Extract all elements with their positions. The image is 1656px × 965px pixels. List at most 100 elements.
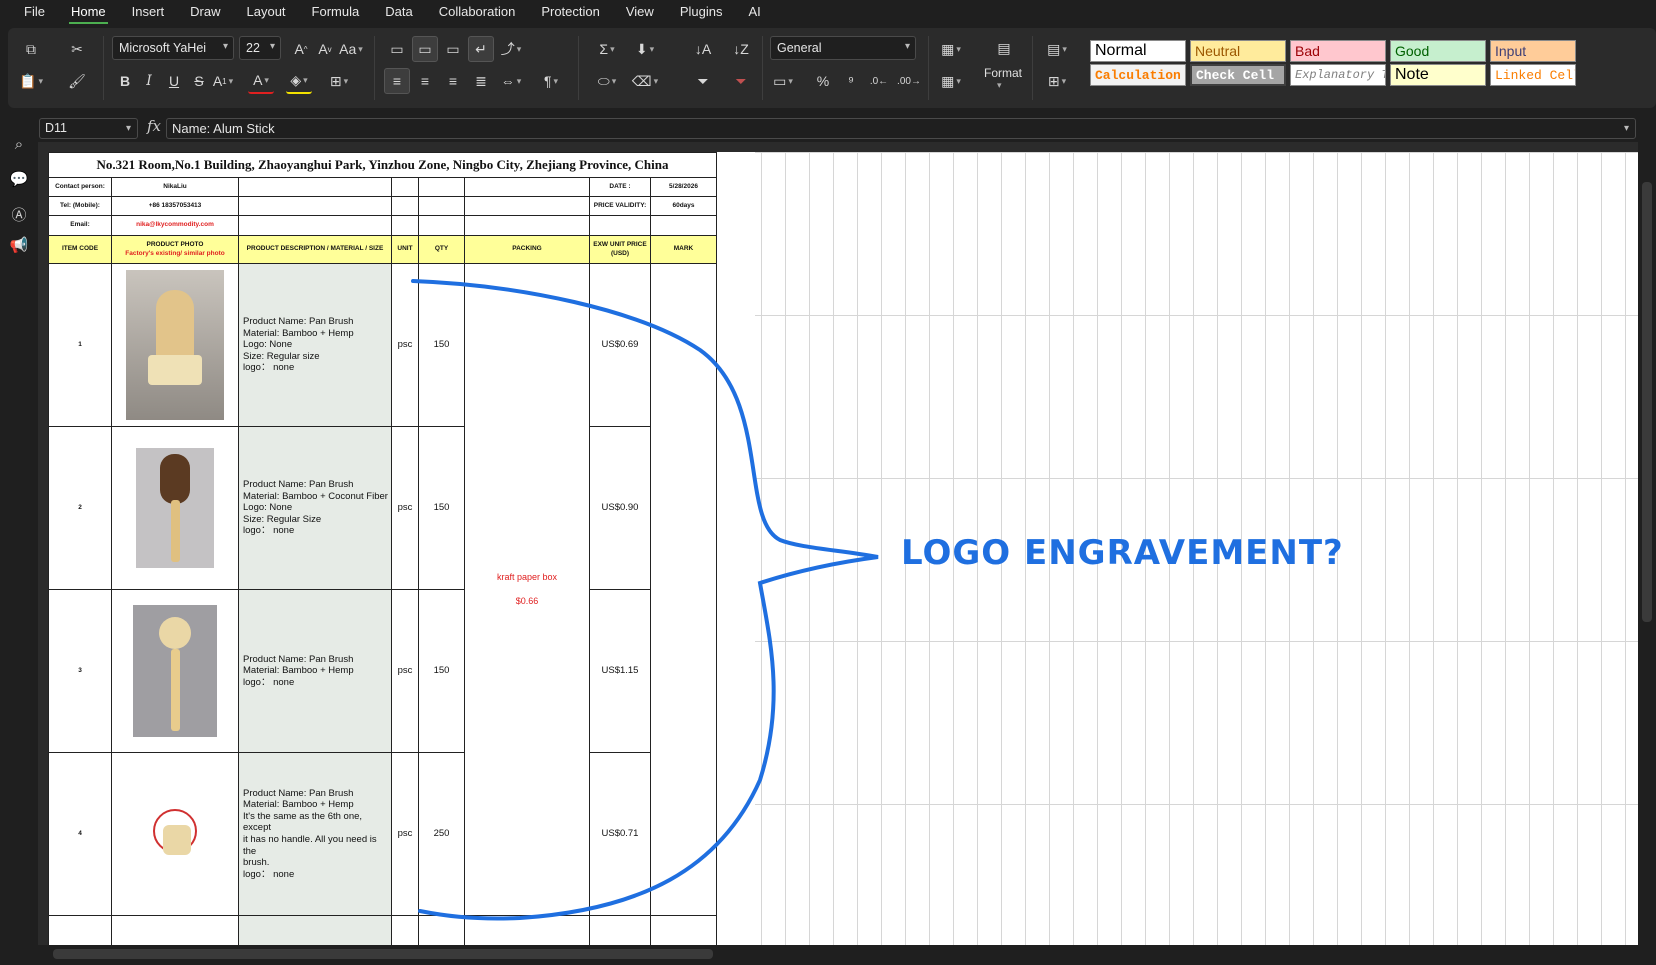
cell-blank[interactable]	[239, 178, 392, 197]
validity-value[interactable]: 60days	[651, 197, 717, 216]
header-photo[interactable]: PRODUCT PHOTO Factory's existing/ simila…	[112, 236, 239, 264]
unit-3[interactable]: psc	[392, 590, 419, 753]
menu-plugins[interactable]: Plugins	[678, 2, 725, 21]
cut-icon[interactable]: ✂	[64, 36, 90, 62]
description-3[interactable]: Product Name: Pan Brush Material: Bamboo…	[239, 590, 392, 753]
product-photo-4[interactable]	[112, 753, 239, 916]
cell-blank[interactable]	[465, 216, 590, 236]
justify-icon[interactable]: ≣	[468, 68, 494, 94]
underline-icon[interactable]: U	[161, 68, 187, 94]
unit-1[interactable]: psc	[392, 264, 419, 427]
header-unit[interactable]: UNIT	[392, 236, 419, 264]
header-mark[interactable]: MARK	[651, 236, 717, 264]
font-size-select[interactable]: 22 ▾	[239, 36, 281, 60]
contact-value[interactable]: NikaLiu	[112, 178, 239, 197]
price-2[interactable]: US$0.90	[590, 427, 651, 590]
format-painter-icon[interactable]: 🖌	[64, 68, 90, 94]
row-headers[interactable]	[38, 152, 48, 945]
font-color-icon[interactable]: A ▾	[248, 68, 274, 94]
borders-icon[interactable]: ⊞ ▾	[326, 68, 352, 94]
item-code-2[interactable]: 2	[48, 427, 112, 590]
wrap-text-icon[interactable]: ↵	[468, 36, 494, 62]
cell-styles-icon[interactable]: ▦ ▾	[938, 68, 964, 94]
price-1[interactable]: US$0.69	[590, 264, 651, 427]
product-photo-3[interactable]	[112, 590, 239, 753]
cell-blank[interactable]	[590, 916, 651, 945]
search-icon[interactable]: ⌕	[9, 136, 29, 156]
cell-blank[interactable]	[465, 178, 590, 197]
comma-style-icon[interactable]: ⁹	[838, 68, 864, 94]
cell-blank[interactable]	[112, 916, 239, 945]
header-item-code[interactable]: ITEM CODE	[48, 236, 112, 264]
vertical-scrollbar[interactable]	[1638, 142, 1656, 945]
cell-blank[interactable]	[651, 916, 717, 945]
align-bottom-icon[interactable]: ▭	[440, 36, 466, 62]
horizontal-scrollbar[interactable]	[38, 945, 1638, 965]
header-price[interactable]: EXW UNIT PRICE (USD)	[590, 236, 651, 264]
style-normal[interactable]: Normal	[1090, 40, 1186, 62]
number-format-select[interactable]: General ▾	[770, 36, 916, 60]
increase-font-icon[interactable]: A ^	[288, 36, 314, 62]
decrease-font-icon[interactable]: Av	[312, 36, 338, 62]
percent-icon[interactable]: %	[810, 68, 836, 94]
indent-icon[interactable]: ¶ ▾	[538, 68, 564, 94]
column-headers[interactable]	[38, 142, 1638, 152]
menu-draw[interactable]: Draw	[188, 2, 222, 21]
menu-file[interactable]: File	[22, 2, 47, 21]
menu-collaboration[interactable]: Collaboration	[437, 2, 518, 21]
comment-icon[interactable]: 💬	[9, 170, 29, 190]
address-title[interactable]: No.321 Room,No.1 Building, Zhaoyanghui P…	[48, 152, 717, 178]
autosum-icon[interactable]: Σ ▾	[594, 36, 620, 62]
cell-blank[interactable]	[392, 178, 419, 197]
header-description[interactable]: PRODUCT DESCRIPTION / MATERIAL / SIZE	[239, 236, 392, 264]
email-value[interactable]: nika@lkycommodity.com	[112, 216, 239, 236]
sort-descending-icon[interactable]: ↓Z	[728, 36, 754, 62]
tel-label[interactable]: Tel: (Mobile):	[48, 197, 112, 216]
decrease-decimal-icon[interactable]: .0←	[866, 68, 892, 94]
announcement-icon[interactable]: 📢	[9, 236, 29, 256]
cell-blank[interactable]	[239, 916, 392, 945]
copy-icon[interactable]: ⧉	[18, 36, 44, 62]
qty-3[interactable]: 150	[419, 590, 465, 753]
menu-data[interactable]: Data	[383, 2, 414, 21]
cell-blank[interactable]	[419, 916, 465, 945]
qty-4[interactable]: 250	[419, 753, 465, 916]
insert-table-icon[interactable]: ⊞ ▾	[1044, 68, 1070, 94]
item-code-1[interactable]: 1	[48, 264, 112, 427]
style-explanatory[interactable]: Explanatory Te	[1290, 64, 1386, 86]
worksheet[interactable]: No.321 Room,No.1 Building, Zhaoyanghui P…	[38, 142, 1638, 945]
italic-icon[interactable]: I	[136, 68, 162, 94]
style-check-cell[interactable]: Check Cell	[1190, 64, 1286, 86]
date-label[interactable]: DATE :	[590, 178, 651, 197]
description-1[interactable]: Product Name: Pan Brush Material: Bamboo…	[239, 264, 392, 427]
mark-cell[interactable]	[651, 264, 717, 916]
packing-cell[interactable]: kraft paper box $0.66	[465, 264, 590, 916]
cell-blank[interactable]	[239, 216, 392, 236]
price-4[interactable]: US$0.71	[590, 753, 651, 916]
style-input[interactable]: Input	[1490, 40, 1576, 62]
contact-label[interactable]: Contact person:	[48, 178, 112, 197]
clear-format-icon[interactable]: ⬭ ▾	[594, 68, 620, 94]
qty-2[interactable]: 150	[419, 427, 465, 590]
menu-home[interactable]: Home	[68, 2, 108, 24]
cell-blank[interactable]	[419, 197, 465, 216]
cell-blank[interactable]	[465, 916, 590, 945]
strikethrough-icon[interactable]: S	[186, 68, 212, 94]
filter-icon[interactable]: ⏷	[690, 68, 716, 94]
style-good[interactable]: Good	[1390, 40, 1486, 62]
align-right-icon[interactable]: ≡	[440, 68, 466, 94]
cell-blank[interactable]	[392, 216, 419, 236]
item-code-4[interactable]: 4	[48, 753, 112, 916]
style-bad[interactable]: Bad	[1290, 40, 1386, 62]
horizontal-scroll-thumb[interactable]	[53, 949, 713, 959]
style-note[interactable]: Note	[1390, 64, 1486, 86]
description-4[interactable]: Product Name: Pan Brush Material: Bamboo…	[239, 753, 392, 916]
subscript-icon[interactable]: A 1 ▾	[210, 68, 236, 94]
align-middle-icon[interactable]: ▭	[412, 36, 438, 62]
cell-blank[interactable]	[419, 216, 465, 236]
formula-input[interactable]: Name: Alum Stick ▾	[166, 118, 1636, 139]
table-style-icon[interactable]: ▤ ▾	[1044, 36, 1070, 62]
sort-ascending-icon[interactable]: ↓A	[690, 36, 716, 62]
style-calculation[interactable]: Calculation	[1090, 64, 1186, 86]
translate-icon[interactable]: Ⓐ	[9, 204, 29, 224]
